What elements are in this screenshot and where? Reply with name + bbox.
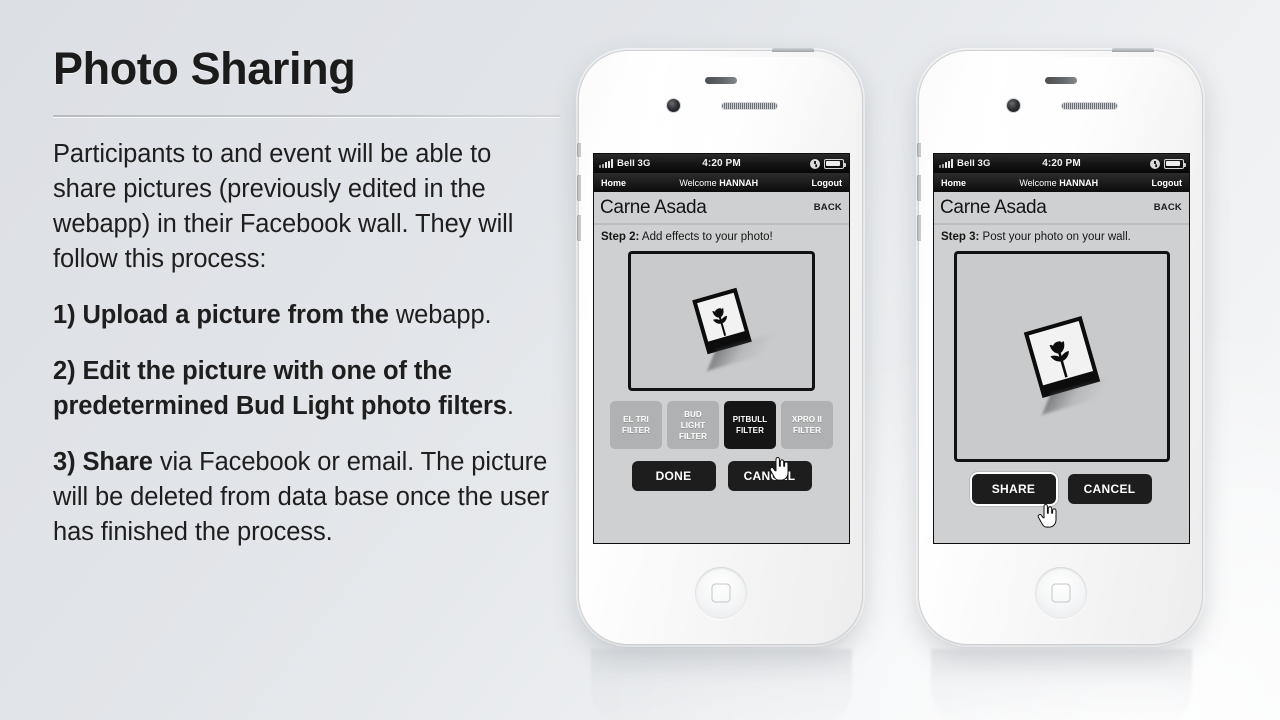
front-camera-icon	[667, 99, 680, 112]
app-nav-bar: Home Welcome HANNAH Logout	[594, 173, 849, 192]
earpiece-speaker-icon	[1060, 102, 1118, 110]
title-divider	[53, 115, 560, 117]
screen-title: Carne Asada	[600, 196, 707, 218]
step-text: Post your photo on your wall.	[979, 231, 1131, 243]
step-instruction: Step 3: Post your photo on your wall.	[934, 225, 1189, 248]
polaroid-image-area	[1028, 320, 1093, 385]
alarm-clock-icon	[810, 158, 820, 169]
page-title: Photo Sharing	[53, 43, 356, 94]
screen-content: SHARE CANCEL	[934, 248, 1189, 543]
nav-welcome-label: Welcome HANNAH	[679, 178, 758, 188]
status-bar: Bell 3G 4:20 PM	[594, 154, 849, 173]
paragraph-step-1: 1) Upload a picture from the webapp.	[53, 301, 492, 329]
filter-button-xpro-ii[interactable]: XPRO II FILTER	[781, 401, 833, 449]
welcome-prefix: Welcome	[1019, 177, 1060, 188]
paragraph-step-2: 2) Edit the picture with one of the pred…	[53, 357, 514, 420]
status-bar-right	[1150, 158, 1186, 169]
mute-switch[interactable]	[577, 143, 581, 157]
done-button[interactable]: DONE	[631, 461, 716, 491]
screen-title: Carne Asada	[940, 196, 1047, 218]
tulip-icon	[711, 308, 727, 336]
paragraph-step-3: 3) Share via Facebook or email. The pict…	[53, 448, 549, 546]
welcome-username: HANNAH	[1059, 177, 1099, 188]
power-button[interactable]	[772, 48, 814, 52]
volume-up-button[interactable]	[917, 175, 921, 201]
filter-button-el-tri[interactable]: EL TRI FILTER	[610, 401, 662, 449]
alarm-clock-icon	[1150, 158, 1160, 169]
filter-button-bud-light[interactable]: BUD LIGHT FILTER	[667, 401, 719, 449]
phone-reflection	[591, 649, 852, 720]
screen-title-row: Carne Asada BACK	[934, 192, 1189, 225]
phone-screen: Bell 3G 4:20 PM Home Welcome HANNAH Logo…	[933, 153, 1190, 544]
battery-icon	[824, 158, 846, 169]
volume-down-button[interactable]	[917, 215, 921, 241]
nav-welcome-label: Welcome HANNAH	[1019, 178, 1098, 188]
filter-button-row: EL TRI FILTER BUD LIGHT FILTER PITBULL FILTE…	[610, 401, 833, 449]
screen-title-row: Carne Asada BACK	[594, 192, 849, 225]
nav-logout-link[interactable]: Logout	[812, 178, 843, 188]
tulip-icon	[1049, 340, 1069, 378]
welcome-username: HANNAH	[719, 177, 759, 188]
nav-home-link[interactable]: Home	[941, 178, 966, 188]
back-button[interactable]: BACK	[1154, 202, 1182, 213]
home-button[interactable]	[694, 567, 747, 619]
phone-mockup-step2: Bell 3G 4:20 PM Home Welcome HANNAH Logo…	[577, 48, 863, 720]
volume-up-button[interactable]	[577, 175, 581, 201]
share-button[interactable]: SHARE	[971, 474, 1056, 504]
mute-switch[interactable]	[917, 143, 921, 157]
phone-reflection	[931, 649, 1192, 720]
slide-text-column: Photo Sharing Participants to and event …	[53, 43, 560, 550]
app-nav-bar: Home Welcome HANNAH Logout	[934, 173, 1189, 192]
polaroid-photo-icon	[691, 287, 777, 372]
screen-content: EL TRI FILTER BUD LIGHT FILTER PITBULL FILTE…	[594, 248, 849, 543]
step-prefix: Step 3:	[941, 231, 980, 243]
step-instruction: Step 2: Add effects to your photo!	[594, 225, 849, 248]
polaroid-image-area	[696, 292, 745, 342]
photo-preview-frame[interactable]	[953, 251, 1170, 462]
home-button[interactable]	[1034, 567, 1087, 619]
step-prefix: Step 2:	[601, 231, 640, 243]
welcome-prefix: Welcome	[679, 177, 720, 188]
polaroid-photo-icon	[1023, 315, 1112, 415]
phone-screen: Bell 3G 4:20 PM Home Welcome HANNAH Logo…	[593, 153, 850, 544]
volume-down-button[interactable]	[577, 215, 581, 241]
step-text: Add effects to your photo!	[639, 231, 773, 243]
action-button-row: SHARE CANCEL	[971, 474, 1152, 504]
filter-button-pitbull[interactable]: PITBULL FILTER	[724, 401, 776, 449]
earpiece-speaker-icon	[720, 102, 778, 110]
front-camera-icon	[1007, 99, 1020, 112]
action-button-row: DONE CANCEL	[631, 461, 812, 491]
nav-home-link[interactable]: Home	[601, 178, 626, 188]
cancel-button[interactable]: CANCEL	[1067, 474, 1152, 504]
slide-body-text: Participants to and event will be able t…	[53, 137, 553, 550]
cancel-button[interactable]: CANCEL	[727, 461, 812, 491]
phone-mockup-step3: Bell 3G 4:20 PM Home Welcome HANNAH Logo…	[917, 48, 1203, 720]
proximity-sensor-icon	[1044, 77, 1077, 84]
back-button[interactable]: BACK	[814, 202, 842, 213]
power-button[interactable]	[1112, 48, 1154, 52]
nav-logout-link[interactable]: Logout	[1152, 178, 1183, 188]
paragraph-intro: Participants to and event will be able t…	[53, 140, 514, 273]
proximity-sensor-icon	[704, 77, 737, 84]
battery-icon	[1164, 158, 1186, 169]
status-bar-right	[810, 158, 846, 169]
status-bar: Bell 3G 4:20 PM	[934, 154, 1189, 173]
photo-preview-frame[interactable]	[628, 251, 815, 391]
